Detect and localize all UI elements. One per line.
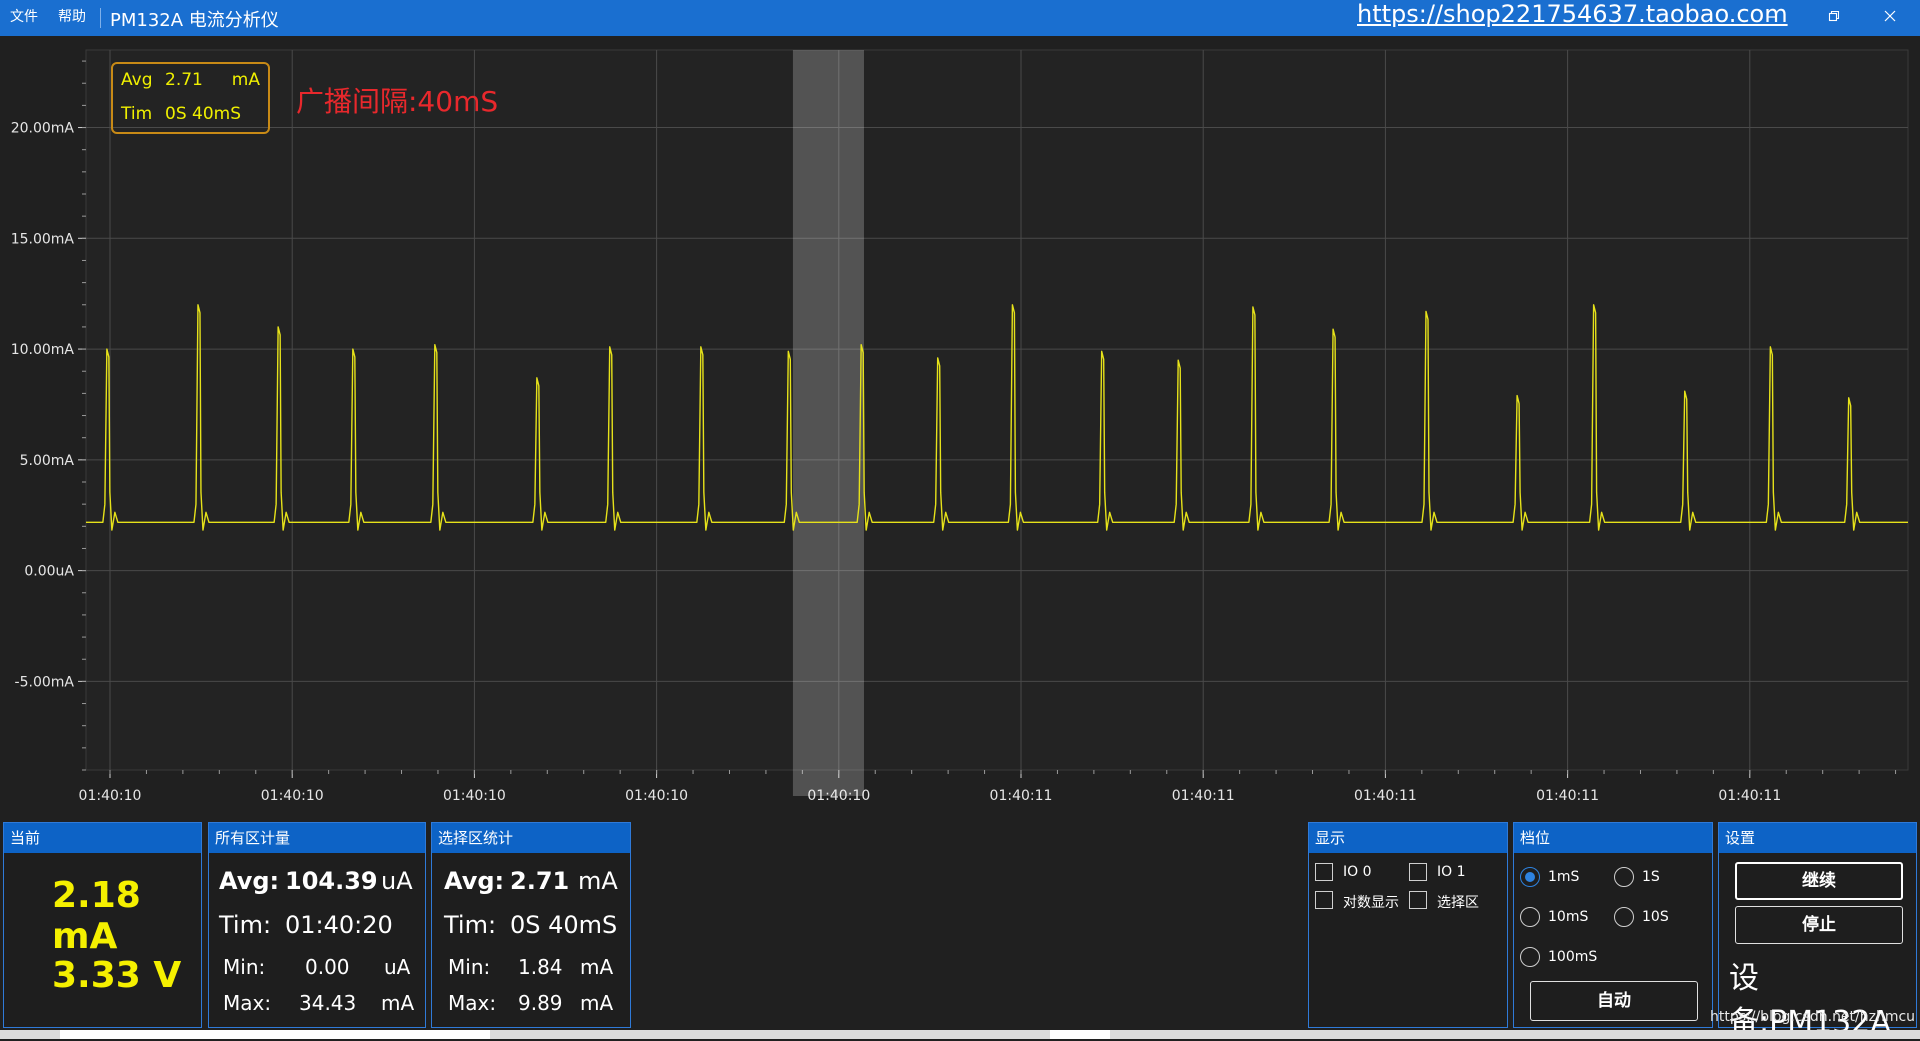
- all-min-label: Min:: [223, 955, 266, 979]
- panel-current: 当前 2.18 mA 3.33 V: [3, 822, 202, 1028]
- x-tick-label: 01:40:10: [79, 788, 142, 804]
- legend-avg-value: 2.71: [165, 70, 203, 90]
- x-tick-label: 01:40:10: [443, 788, 506, 804]
- panel-all-stats: 所有区计量 Avg: 104.39 uA Tim: 01:40:20 Min: …: [208, 822, 426, 1028]
- y-tick-label: 0.00uA: [24, 564, 74, 580]
- bottom-strip-segment: [60, 1030, 490, 1039]
- log-display-checkbox[interactable]: [1315, 891, 1333, 909]
- log-display-label: 对数显示: [1343, 895, 1399, 911]
- all-tim-value: 01:40:20: [285, 911, 393, 939]
- range-1s-radio[interactable]: [1614, 867, 1634, 887]
- all-avg-label: Avg:: [219, 867, 280, 895]
- x-tick-label: 01:40:11: [1536, 788, 1599, 804]
- all-min-value: 0.00: [305, 955, 350, 979]
- all-max-value: 34.43: [299, 991, 357, 1015]
- bottom-strip: [0, 1030, 1920, 1039]
- panel-selection-stats: 选择区统计 Avg: 2.71 mA Tim: 0S 40mS Min: 1.8…: [431, 822, 631, 1028]
- restore-icon[interactable]: [1814, 5, 1854, 31]
- chart-legend: Avg 2.71 mA Tim 0S 40mS: [111, 62, 270, 134]
- voltage-value: 3.33 V: [52, 955, 182, 996]
- y-tick-label: 5.00mA: [20, 453, 75, 469]
- panel-settings: 设置 继续 停止 设备:PM132A: [1718, 822, 1917, 1040]
- watermark-url: https://blog.csdn.net/hzhmcu: [1710, 1009, 1916, 1025]
- sel-tim-value: 0S 40mS: [510, 911, 618, 939]
- legend-avg-label: Avg: [121, 70, 153, 90]
- all-avg-value: 104.39: [285, 867, 378, 895]
- selection-band: [792, 50, 864, 796]
- sel-max-unit: mA: [580, 991, 614, 1015]
- y-tick-label: 15.00mA: [11, 231, 75, 247]
- sel-avg-value: 2.71: [510, 867, 570, 895]
- panel-display-title: 显示: [1309, 823, 1507, 853]
- selection-area-checkbox[interactable]: [1409, 891, 1427, 909]
- plot-area: [85, 49, 1909, 771]
- sel-max-value: 9.89: [518, 991, 563, 1015]
- stop-button[interactable]: 停止: [1735, 906, 1903, 944]
- range-10ms-label: 10mS: [1548, 909, 1589, 925]
- selection-area-label: 选择区: [1437, 895, 1479, 911]
- continue-button[interactable]: 继续: [1735, 862, 1903, 900]
- current-value: 2.18 mA: [52, 875, 141, 957]
- panel-settings-title: 设置: [1719, 823, 1916, 853]
- all-max-label: Max:: [223, 991, 272, 1015]
- minimize-icon[interactable]: [1752, 5, 1792, 31]
- auto-button[interactable]: 自动: [1530, 981, 1698, 1021]
- range-100ms-radio[interactable]: [1520, 947, 1540, 967]
- sel-avg-unit: mA: [578, 867, 618, 895]
- legend-tim-label: Tim: [121, 104, 153, 124]
- x-tick-label: 01:40:11: [1718, 788, 1781, 804]
- all-min-unit: uA: [384, 955, 411, 979]
- app-title: PM132A 电流分析仪: [110, 10, 279, 31]
- title-bar: 文件 帮助 PM132A 电流分析仪 https://shop221754637…: [0, 0, 1920, 36]
- io1-checkbox[interactable]: [1409, 863, 1427, 881]
- range-1ms-label: 1mS: [1548, 869, 1580, 885]
- io0-checkbox[interactable]: [1315, 863, 1333, 881]
- panel-range-title: 档位: [1514, 823, 1712, 853]
- chart-area[interactable]: 01:40:10 01:40:10 01:40:10 01:40:10 01:40:10…: [0, 36, 1920, 808]
- chart-annotation: 广播间隔:40mS: [296, 85, 499, 118]
- all-max-unit: mA: [381, 991, 415, 1015]
- bottom-strip-segment: [1050, 1030, 1110, 1039]
- legend-tim-value: 0S 40mS: [165, 104, 241, 124]
- all-avg-unit: uA: [381, 867, 413, 895]
- panel-display: 显示 IO 0 IO 1 对数显示 选择区: [1308, 822, 1508, 1028]
- sel-min-unit: mA: [580, 955, 614, 979]
- y-tick-label: 10.00mA: [11, 342, 75, 358]
- x-tick-label: 01:40:10: [625, 788, 688, 804]
- sel-avg-label: Avg:: [444, 867, 505, 895]
- current-waveform-chart[interactable]: 01:40:10 01:40:10 01:40:10 01:40:10 01:40:10…: [0, 36, 1920, 808]
- device-name: 设备:PM132A: [1729, 961, 1891, 1040]
- all-tim-label: Tim:: [219, 911, 272, 939]
- sel-max-label: Max:: [448, 991, 497, 1015]
- close-icon[interactable]: [1870, 5, 1910, 31]
- title-separator: [100, 8, 101, 28]
- x-tick-label: 01:40:11: [990, 788, 1053, 804]
- menu-help[interactable]: 帮助: [58, 6, 86, 26]
- panel-all-title: 所有区计量: [209, 823, 425, 853]
- x-tick-label: 01:40:11: [1354, 788, 1417, 804]
- panel-current-title: 当前: [4, 823, 201, 853]
- shop-link[interactable]: https://shop221754637.taobao.com: [1357, 0, 1788, 28]
- x-tick-label: 01:40:10: [261, 788, 324, 804]
- range-10s-label: 10S: [1642, 909, 1669, 925]
- range-1ms-radio[interactable]: [1520, 867, 1540, 887]
- y-tick-label: -5.00mA: [15, 674, 75, 690]
- range-1s-label: 1S: [1642, 869, 1660, 885]
- sel-tim-label: Tim:: [444, 911, 497, 939]
- range-10s-radio[interactable]: [1614, 907, 1634, 927]
- x-tick-label: 01:40:11: [1172, 788, 1235, 804]
- menu-file[interactable]: 文件: [10, 6, 38, 26]
- panel-range: 档位 1mS 1S 10mS 10S 100mS 自动: [1513, 822, 1713, 1028]
- range-100ms-label: 100mS: [1548, 949, 1598, 965]
- io0-label: IO 0: [1343, 864, 1372, 880]
- range-10ms-radio[interactable]: [1520, 907, 1540, 927]
- y-tick-label: 20.00mA: [11, 121, 75, 137]
- io1-label: IO 1: [1437, 864, 1466, 880]
- sel-min-label: Min:: [448, 955, 491, 979]
- legend-avg-unit: mA: [231, 70, 260, 90]
- sel-min-value: 1.84: [518, 955, 563, 979]
- panel-selection-title: 选择区统计: [432, 823, 630, 853]
